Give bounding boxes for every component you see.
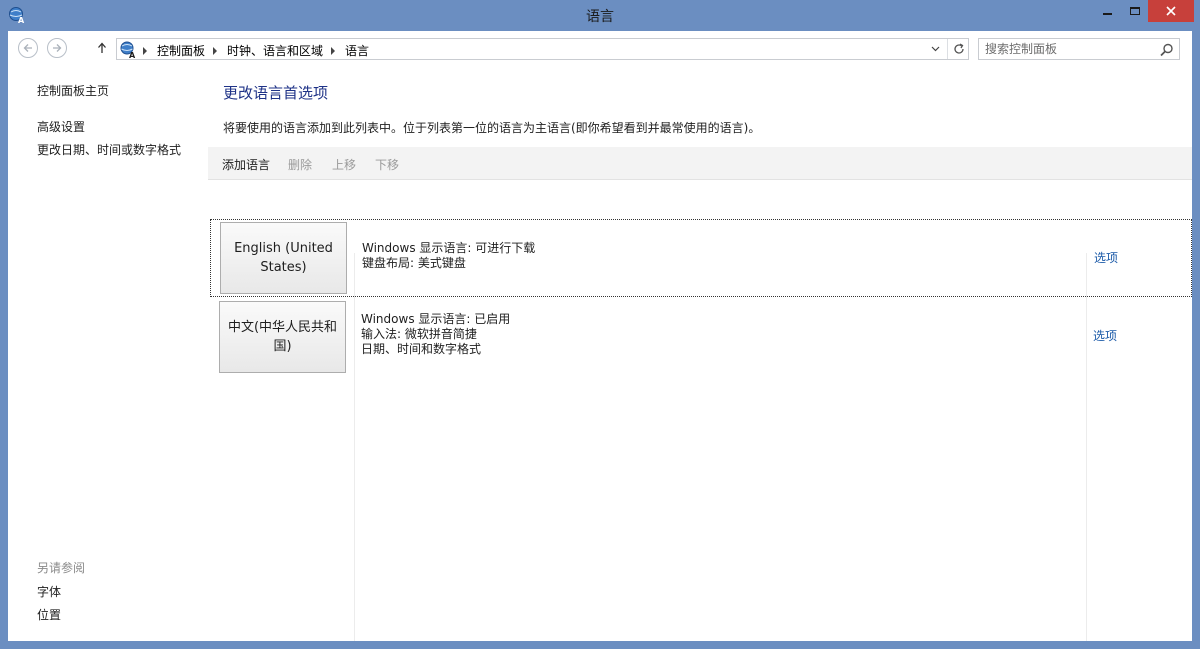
display-language-status: Windows 显示语言: 已启用 [361,312,511,326]
address-bar[interactable]: A 控制面板 时钟、语言和区域 语言 [116,38,969,60]
close-icon [1166,6,1176,16]
language-options-link[interactable]: 选项 [1093,327,1117,344]
search-icon[interactable] [1159,42,1175,58]
up-button[interactable] [94,38,110,58]
change-date-time-format-link[interactable]: 更改日期、时间或数字格式 [37,141,181,158]
search-input[interactable] [985,41,1155,57]
minimize-button[interactable] [1094,0,1121,22]
address-history-button[interactable] [925,39,945,59]
main-content: 更改语言首选项 将要使用的语言添加到此列表中。位于列表第一位的语言为主语言(即你… [208,65,1192,641]
breadcrumb-clock-language-region[interactable]: 时钟、语言和区域 [227,42,323,59]
date-time-number-format: 日期、时间和数字格式 [361,342,482,356]
breadcrumb: 控制面板 时钟、语言和区域 语言 [143,42,369,59]
back-button[interactable] [18,38,38,58]
advanced-settings-link[interactable]: 高级设置 [37,118,85,135]
search-box[interactable] [978,38,1180,60]
title-bar[interactable]: A 语言 [0,0,1200,31]
control-panel-home-link[interactable]: 控制面板主页 [37,82,109,99]
language-row-english[interactable]: English (United States) Windows 显示语言: 可进… [210,219,1192,297]
breadcrumb-separator-icon[interactable] [143,46,147,55]
page-description: 将要使用的语言添加到此列表中。位于列表第一位的语言为主语言(即你希望看到并最常使… [223,121,761,135]
language-toolbar: 添加语言 删除 上移 下移 [208,147,1192,180]
navigation-bar: A 控制面板 时钟、语言和区域 语言 [8,31,1192,65]
location-link[interactable]: 位置 [37,606,61,623]
breadcrumb-language[interactable]: 语言 [345,42,369,59]
language-row-chinese[interactable]: 中文(中华人民共和国) Windows 显示语言: 已启用 输入法: 微软拼音简… [210,298,1192,376]
input-method: 输入法: 微软拼音简捷 [361,327,477,341]
breadcrumb-separator-icon[interactable] [213,46,218,55]
svg-text:A: A [129,51,136,59]
see-also-heading: 另请参阅 [37,561,86,575]
language-details: Windows 显示语言: 可进行下载 键盘布局: 美式键盘 [362,241,535,271]
arrow-up-icon [98,42,106,53]
language-tile-chinese[interactable]: 中文(中华人民共和国) [219,301,346,373]
breadcrumb-separator-icon[interactable] [331,46,336,55]
page-title: 更改语言首选项 [223,84,329,102]
arrow-left-icon [23,44,32,52]
left-navigation-pane: 控制面板主页 高级设置 更改日期、时间或数字格式 另请参阅 字体 位置 [8,65,208,641]
minimize-icon [1103,13,1112,15]
breadcrumb-control-panel[interactable]: 控制面板 [157,42,205,59]
remove-language-button[interactable]: 删除 [288,156,312,173]
language-location-icon: A [120,41,136,59]
maximize-button[interactable] [1121,0,1148,22]
arrow-right-icon [53,44,62,52]
language-options-link[interactable]: 选项 [1094,249,1118,266]
add-language-button[interactable]: 添加语言 [222,156,270,173]
maximize-icon [1129,7,1140,15]
language-details: Windows 显示语言: 已启用 输入法: 微软拼音简捷 日期、时间和数字格式 [361,312,510,357]
keyboard-layout: 键盘布局: 美式键盘 [362,256,466,270]
language-window: A 语言 A 控制面板 时钟、语言和区域 语言 搜索控制面板 控制面板主页 高级… [0,0,1200,649]
fonts-link[interactable]: 字体 [37,583,61,600]
chevron-down-icon [931,46,939,52]
refresh-button[interactable] [947,39,969,59]
display-language-status: Windows 显示语言: 可进行下载 [362,241,536,255]
move-up-button[interactable]: 上移 [332,156,356,173]
window-title: 语言 [586,9,614,25]
close-button[interactable] [1148,0,1194,22]
refresh-icon [953,43,964,54]
client-area: A 控制面板 时钟、语言和区域 语言 搜索控制面板 控制面板主页 高级设置 更改… [8,31,1192,641]
forward-button[interactable] [47,38,67,58]
language-tile-english[interactable]: English (United States) [220,222,347,294]
move-down-button[interactable]: 下移 [375,156,399,173]
